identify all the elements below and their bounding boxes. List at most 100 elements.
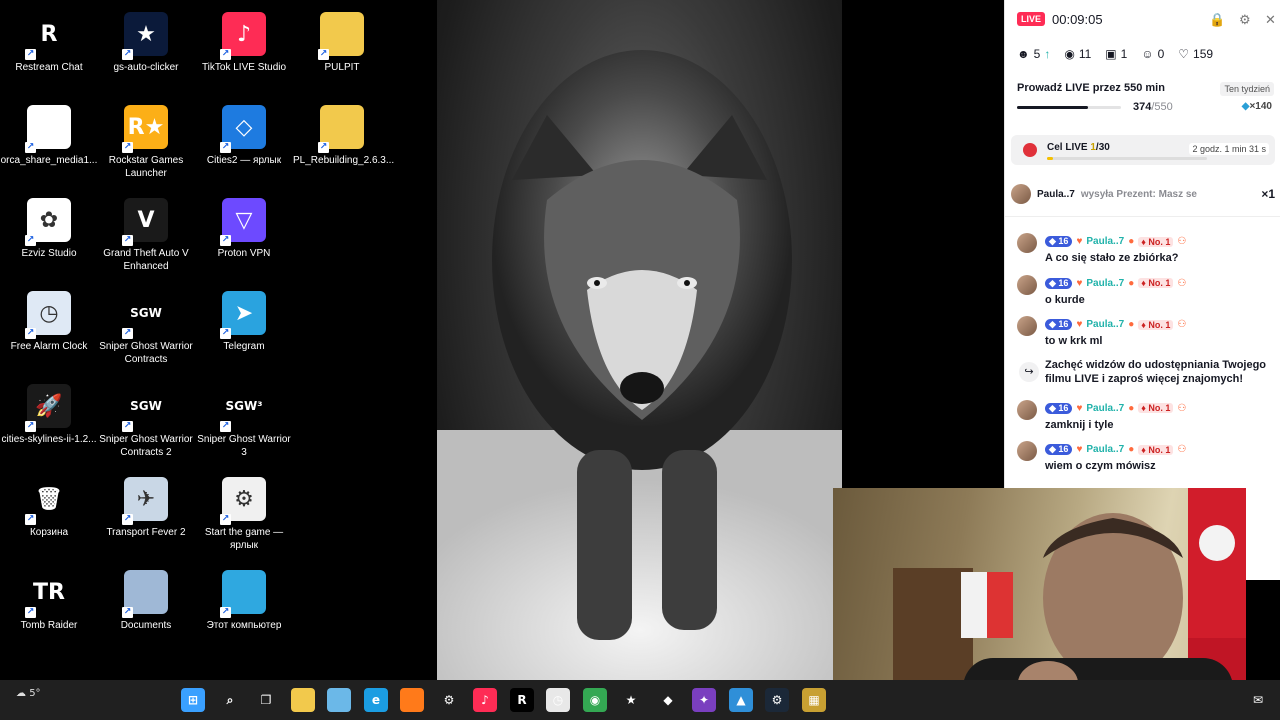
edge-icon[interactable]: e — [364, 688, 388, 712]
desktop-icon[interactable]: ▽ ↗ Proton VPN — [195, 194, 293, 282]
zip-folder-icon: ↗ — [318, 105, 364, 153]
coin-icon: ● — [1128, 444, 1135, 455]
avatar[interactable] — [1017, 441, 1037, 461]
avatar[interactable] — [1011, 184, 1031, 204]
chat-message: ◆ 16 ♥ Paula..7 ● ♦ No. 1 ⚇ to w krk ml — [1017, 316, 1275, 358]
gifts-stat[interactable]: ▣ 1 — [1105, 47, 1127, 61]
profile-icon[interactable]: ⚇ — [1177, 319, 1186, 330]
desktop-icon[interactable]: SGW³ ↗ Sniper Ghost Warrior 3 — [195, 380, 293, 468]
profile-icon[interactable]: ⚇ — [1177, 278, 1186, 289]
gear-icon[interactable]: ⚙ — [1239, 12, 1251, 28]
sgw3-icon: SGW³ ↗ — [220, 384, 266, 432]
desktop-icon[interactable]: ✈ ↗ Transport Fever 2 — [97, 473, 195, 561]
notification-icon[interactable]: ✉ — [1246, 688, 1270, 712]
chrome-icon[interactable]: ◉ — [583, 688, 607, 712]
chat-username[interactable]: Paula..7 — [1086, 444, 1124, 455]
game-app-icon[interactable]: ✦ — [692, 688, 716, 712]
desktop-icon[interactable]: ★ ↗ gs-auto-clicker — [97, 8, 195, 96]
shortcut-arrow-icon: ↗ — [220, 421, 231, 432]
avatar[interactable] — [1017, 274, 1037, 295]
rank-badge: ♦ No. 1 — [1138, 236, 1174, 247]
profile-icon[interactable]: ⚇ — [1177, 403, 1186, 414]
file-explorer-icon[interactable] — [291, 688, 315, 712]
chat-user-badges: ◆ 16 ♥ Paula..7 ● ♦ No. 1 ⚇ — [1045, 402, 1186, 414]
desktop-icon-label: Documents — [120, 620, 172, 631]
close-icon[interactable]: ✕ — [1265, 12, 1276, 28]
desktop-icon[interactable]: ♪ ↗ TikTok LIVE Studio — [195, 8, 293, 96]
desktop-icon[interactable]: 🚀 ↗ cities-skylines-ii-1.2... — [0, 380, 98, 468]
desktop-icon[interactable]: 🗑 ↗ Корзина — [0, 473, 98, 561]
share-icon[interactable]: ↪ — [1019, 361, 1039, 382]
desktop-icon[interactable]: ↗ Documents — [97, 566, 195, 654]
desktop-icon[interactable]: SGW ↗ Sniper Ghost Warrior Contracts 2 — [97, 380, 195, 468]
gift-sender[interactable]: Paula..7 — [1037, 189, 1075, 200]
coin-icon: ● — [1128, 402, 1135, 414]
windows-start-icon[interactable]: ⊞ — [181, 688, 205, 712]
sgw-contracts2-icon: SGW ↗ — [122, 384, 168, 432]
restream-icon: R ↗ — [25, 12, 71, 60]
desktop-icon[interactable]: R ↗ Restream Chat — [0, 8, 98, 96]
avatar[interactable] — [1017, 233, 1037, 253]
desktop-icon[interactable]: R★ ↗ Rockstar Games Launcher — [97, 101, 195, 189]
followers-stat[interactable]: ☺ 0 — [1141, 47, 1164, 61]
clock-app-icon[interactable]: ◷ — [546, 688, 570, 712]
desktop-icon[interactable]: TR ↗ Tomb Raider — [0, 566, 98, 654]
chat-message: ◆ 16 ♥ Paula..7 ● ♦ No. 1 ⚇ A co się stało ze … — [1017, 233, 1275, 275]
profile-icon[interactable]: ⚇ — [1177, 236, 1186, 247]
star-clicker-icon[interactable]: ★ — [619, 688, 643, 712]
desktop-icon[interactable]: ◇ ↗ Cities2 — ярлык — [195, 101, 293, 189]
desktop-icon[interactable]: ↗ PULPIT — [293, 8, 391, 96]
chat-user-badges: ◆ 16 ♥ Paula..7 ● ♦ No. 1 ⚇ — [1045, 444, 1186, 455]
chat-username[interactable]: Paula..7 — [1086, 319, 1124, 330]
lock-icon[interactable]: 🔒 — [1209, 12, 1225, 28]
week-tag[interactable]: Ten tydzień — [1220, 82, 1274, 96]
firefox-icon[interactable] — [400, 688, 424, 712]
profile-icon[interactable]: ⚇ — [1177, 444, 1186, 455]
cube-app-icon[interactable]: ◆ — [656, 688, 680, 712]
desktop-icon[interactable]: ➤ ↗ Telegram — [195, 287, 293, 375]
gift-count: ×1 — [1261, 187, 1275, 201]
chat-message-text: zamknij i tyle — [1045, 418, 1114, 431]
chat-username[interactable]: Paula..7 — [1086, 278, 1124, 289]
desktop-icon-label: Free Alarm Clock — [10, 341, 88, 352]
wolf-image — [437, 50, 842, 680]
avatar[interactable] — [1017, 316, 1037, 336]
gift-message: wysyła Prezent: Masz se — [1080, 188, 1197, 200]
desktop-icon[interactable]: ↗ PL_Rebuilding_2.6.3... — [293, 101, 394, 189]
search-icon[interactable]: ⌕ — [218, 688, 242, 712]
desktop-icon[interactable]: SGW ↗ Sniper Ghost Warrior Contracts — [97, 287, 195, 375]
viewers-stat[interactable]: ☻ 5 ↑ — [1017, 47, 1050, 61]
level-badge: ◆ 16 — [1045, 319, 1073, 330]
shortcut-arrow-icon: ↗ — [220, 607, 231, 618]
paint-icon[interactable] — [327, 688, 351, 712]
level-badge: ◆ 16 — [1045, 444, 1073, 455]
coin-icon: ● — [1128, 236, 1135, 247]
views-stat[interactable]: ◉ 11 — [1064, 47, 1091, 61]
desktop-icon[interactable]: ↗ orca_share_media1... — [0, 101, 98, 189]
obs-like-icon[interactable]: ⚙ — [437, 688, 461, 712]
desktop-icon[interactable]: ◷ ↗ Free Alarm Clock — [0, 287, 98, 375]
live-goal-box[interactable]: Cel LIVE 1/30 2 godz. 1 min 31 s — [1011, 135, 1275, 165]
desktop-icon[interactable]: ↗ Этот компьютер — [195, 566, 293, 654]
live-goal-progress — [1047, 157, 1207, 160]
likes-stat[interactable]: ♡ 159 — [1178, 47, 1213, 61]
steam-icon[interactable]: ⚙ — [765, 688, 789, 712]
sgw-contracts-icon: SGW ↗ — [122, 291, 168, 339]
chat-username[interactable]: Paula..7 — [1086, 403, 1124, 414]
weather-widget[interactable]: ☁ 5° — [16, 688, 41, 699]
live-goal-title: Prowadź LIVE przez 550 min — [1017, 82, 1165, 94]
restream-icon[interactable]: R — [510, 688, 534, 712]
desktop-icon-label: Telegram — [223, 341, 265, 352]
desktop: R ↗ Restream Chat ★ ↗ gs-auto-clicker ♪ ↗ TikTok… — [0, 0, 437, 680]
desktop-icon-label: Этот компьютер — [206, 620, 282, 631]
farm-game-icon[interactable]: ▦ — [802, 688, 826, 712]
photos-icon[interactable]: ▲ — [729, 688, 753, 712]
desktop-icon[interactable]: V ↗ Grand Theft Auto V Enhanced — [97, 194, 195, 282]
desktop-icon[interactable]: ⚙ ↗ Start the game — ярлык — [195, 473, 293, 561]
desktop-icon[interactable]: ✿ ↗ Ezviz Studio — [0, 194, 98, 282]
task-view-icon[interactable]: ❐ — [254, 688, 278, 712]
avatar[interactable] — [1017, 399, 1037, 420]
chat-username[interactable]: Paula..7 — [1086, 236, 1124, 247]
tiktok-studio-icon[interactable]: ♪ — [473, 688, 497, 712]
chat-message: ◆ 16 ♥ Paula..7 ● ♦ No. 1 ⚇ wiem o czym mówisz — [1017, 441, 1275, 483]
